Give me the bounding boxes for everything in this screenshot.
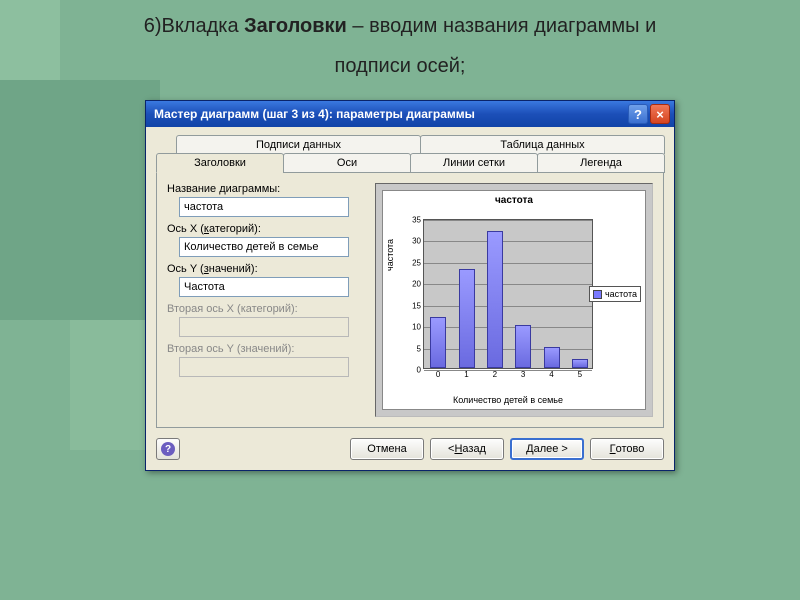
x2-axis-input — [179, 317, 349, 337]
bar — [572, 359, 588, 368]
tab-gridlines[interactable]: Линии сетки — [410, 153, 538, 173]
plot-area: 05101520253035012345 — [423, 219, 593, 369]
preview-chart-title: частота — [383, 191, 645, 206]
finish-button[interactable]: Готово — [590, 438, 664, 460]
x2-axis-label: Вторая ось X (категорий): — [167, 303, 367, 315]
tab-legend[interactable]: Легенда — [537, 153, 665, 173]
y2-axis-label: Вторая ось Y (значений): — [167, 343, 367, 355]
back-button[interactable]: < Назад — [430, 438, 504, 460]
chart-title-input[interactable] — [179, 197, 349, 217]
titlebar[interactable]: Мастер диаграмм (шаг 3 из 4): параметры … — [146, 101, 674, 127]
titles-form: Название диаграммы: Ось X (категорий): О… — [167, 183, 367, 417]
legend-swatch-icon — [593, 290, 602, 299]
tab-data-labels[interactable]: Подписи данных — [176, 135, 421, 154]
slide-caption-line2: подписи осей; — [0, 55, 800, 78]
chart-title-label: Название диаграммы: — [167, 183, 367, 195]
y2-axis-input — [179, 357, 349, 377]
titlebar-help-button[interactable]: ? — [628, 104, 648, 124]
x-axis-input[interactable] — [179, 237, 349, 257]
preview-legend: частота — [589, 286, 641, 302]
bar — [544, 347, 560, 368]
next-button[interactable]: Далее > — [510, 438, 584, 460]
question-icon: ? — [161, 442, 175, 456]
slide-caption: 6)Вкладка Заголовки – вводим названия ди… — [0, 15, 800, 38]
titlebar-close-button[interactable]: × — [650, 104, 670, 124]
tab-data-table[interactable]: Таблица данных — [420, 135, 665, 154]
bar — [430, 317, 446, 368]
chart-wizard-dialog: Мастер диаграмм (шаг 3 из 4): параметры … — [145, 100, 675, 471]
preview-x-label: Количество детей в семье — [423, 395, 593, 405]
bar — [515, 325, 531, 368]
y-axis-label: Ось Y (значений): — [167, 263, 367, 275]
tab-titles[interactable]: Заголовки — [156, 153, 284, 173]
bar — [459, 269, 475, 368]
help-button[interactable]: ? — [156, 438, 180, 460]
preview-y-label: частота — [385, 239, 395, 271]
chart-preview: частота частота 05101520253035012345 час… — [375, 183, 653, 417]
tab-axes[interactable]: Оси — [283, 153, 411, 173]
cancel-button[interactable]: Отмена — [350, 438, 424, 460]
bar — [487, 231, 503, 368]
y-axis-input[interactable] — [179, 277, 349, 297]
window-title: Мастер диаграмм (шаг 3 из 4): параметры … — [154, 107, 626, 121]
x-axis-label: Ось X (категорий): — [167, 223, 367, 235]
